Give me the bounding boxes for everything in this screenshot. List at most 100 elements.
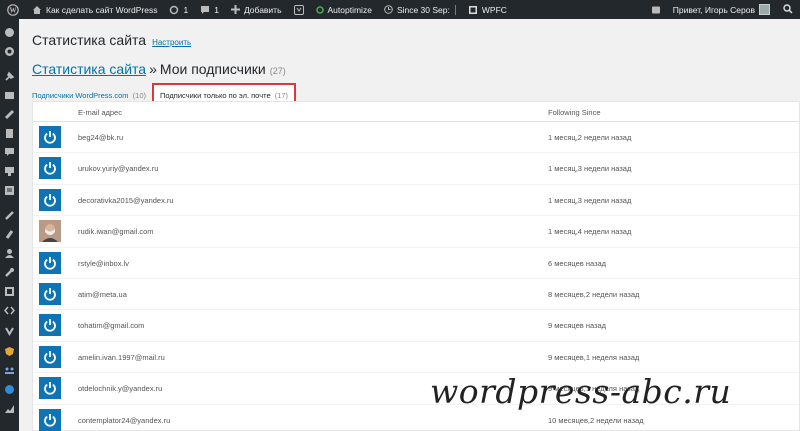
since-stats-link[interactable]: Since 30 Sep: [378, 0, 462, 19]
wpfc-link[interactable]: WPFC [462, 0, 513, 19]
table-row: urukov.yuriy@yandex.ru 1 месяц,3 недели … [33, 153, 799, 185]
site-name: Как сделать сайт WordPress [46, 4, 158, 15]
subscribers-count: (27) [269, 66, 286, 76]
security-shield-icon[interactable] [4, 346, 15, 357]
gravatar-power-icon [39, 408, 61, 431]
autoptimize-link[interactable]: Autoptimize [310, 0, 378, 19]
notifications-icon [651, 5, 661, 15]
breadcrumb-stats-link[interactable]: Статистика сайта [32, 61, 146, 77]
watermark: wordpress-abc.ru [430, 372, 732, 411]
tab-label: Подписчики WordPress.com [32, 91, 129, 100]
add-new-label: Добавить [243, 4, 282, 15]
following-since: 8 месяцев,2 недели назад [548, 289, 640, 299]
site-name-link[interactable]: Как сделать сайт WordPress [26, 0, 163, 19]
refresh-icon [169, 5, 179, 15]
following-since: 1 месяц,4 недели назад [548, 227, 632, 237]
gravatar-power-icon [39, 188, 61, 211]
tab-label: Подписчики только по эл. почте [160, 91, 271, 100]
following-since: 1 месяц,2 недели назад [548, 133, 632, 142]
cache-icon [468, 5, 478, 15]
notifications-link[interactable] [645, 0, 667, 19]
admin-bar: W Как сделать сайт WordPress 1 1 Добавит… [0, 0, 800, 19]
dashboard-icon[interactable] [4, 27, 15, 38]
subscriber-email: rstyle@inbox.lv [78, 258, 129, 268]
gravatar-power-icon [39, 251, 61, 274]
tab-count: (10) [132, 91, 146, 100]
status-dot-icon [315, 5, 324, 14]
pages-icon[interactable] [4, 128, 15, 139]
wpfc-label: WPFC [481, 4, 507, 15]
forms-icon[interactable] [4, 185, 15, 196]
crowd-icon[interactable] [4, 365, 15, 376]
avatar [759, 4, 770, 15]
subscriber-email: amelin.ivan.1997@mail.ru [78, 352, 165, 362]
gravatar-power-icon [39, 377, 61, 400]
since-label: Since 30 Sep: [396, 4, 450, 15]
jetpack-icon[interactable] [4, 384, 15, 395]
gravatar-power-icon [39, 345, 61, 368]
yoast-link[interactable] [288, 0, 310, 19]
analytics-icon[interactable] [4, 403, 15, 414]
subscriber-email: otdelochnik.y@yandex.ru [78, 384, 163, 394]
tab-count: (17) [274, 91, 289, 100]
appearance-icon[interactable] [4, 210, 15, 221]
admin-sidebar [0, 19, 19, 431]
page-header: Статистика сайта Настроить [32, 32, 191, 48]
feedback-icon[interactable] [4, 166, 15, 177]
settings-icon[interactable] [4, 286, 15, 297]
user-photo-avatar [39, 220, 61, 243]
following-since: 1 месяц,3 недели назад [548, 164, 632, 174]
table-row: rstyle@inbox.lv 6 месяцев назад [33, 248, 799, 279]
subscriber-email: tohatim@gmail.com [78, 321, 145, 331]
yoast-seo-icon[interactable] [4, 326, 15, 337]
plus-icon [230, 5, 240, 14]
following-since: 9 месяцев назад [548, 321, 607, 331]
autoptimize-label: Autoptimize [327, 4, 372, 15]
plugins-icon[interactable] [4, 229, 15, 240]
users-icon[interactable] [4, 248, 15, 259]
comments-icon[interactable] [4, 147, 15, 158]
since-column-header[interactable]: Following Since [548, 108, 601, 117]
stats-sparkline-icon [454, 4, 456, 15]
search-button[interactable] [776, 3, 800, 16]
gravatar-power-icon [39, 157, 61, 180]
greeting: Привет, Игорь Серов [672, 4, 755, 15]
posts-pin-icon[interactable] [4, 71, 15, 82]
media-icon[interactable] [4, 90, 15, 101]
subscribers-title: Мои подписчики [159, 61, 266, 77]
subscriber-email: rudik.iwan@gmail.com [78, 227, 154, 237]
email-column-header[interactable]: E-mail адрес [78, 108, 122, 117]
code-icon[interactable] [4, 305, 15, 316]
page-title: Статистика сайта [32, 32, 147, 48]
subscriber-email: atim@meta.ua [78, 289, 127, 299]
settings-link[interactable]: Настроить [152, 38, 191, 47]
clock-icon [384, 5, 393, 14]
subscriber-email: beg24@bk.ru [78, 133, 124, 142]
table-row: amelin.ivan.1997@mail.ru 9 месяцев,1 нед… [33, 342, 799, 374]
comment-icon [200, 5, 210, 15]
comments-count: 1 [214, 4, 219, 15]
table-row: decorativka2015@yandex.ru 1 месяц,3 неде… [33, 185, 799, 217]
table-header: E-mail адрес Following Since [33, 102, 799, 122]
search-icon [783, 3, 793, 16]
svg-text:W: W [10, 6, 17, 14]
home-icon [32, 5, 42, 15]
following-since: 6 месяцев назад [548, 258, 607, 268]
tab-wordpress-subscribers[interactable]: Подписчики WordPress.com (10) [32, 91, 146, 100]
updates-count: 1 [183, 4, 189, 15]
tools-icon[interactable] [4, 267, 15, 278]
links-icon[interactable] [4, 109, 15, 120]
following-since: 10 месяцев,2 недели назад [548, 415, 644, 425]
table-row: tohatim@gmail.com 9 месяцев назад [33, 310, 799, 342]
wordpress-logo-icon[interactable]: W [0, 0, 26, 19]
stats-icon[interactable] [4, 46, 15, 57]
add-new-link[interactable]: Добавить [225, 0, 288, 19]
following-since: 1 месяц,3 недели назад [548, 195, 632, 205]
table-row: atim@meta.ua 8 месяцев,2 недели назад [33, 279, 799, 311]
breadcrumb: Статистика сайта » Мои подписчики (27) [32, 61, 286, 77]
account-link[interactable]: Привет, Игорь Серов [667, 0, 776, 19]
updates-link[interactable]: 1 [163, 0, 194, 19]
table-row: beg24@bk.ru 1 месяц,2 недели назад [33, 122, 799, 154]
subscriber-email: decorativka2015@yandex.ru [78, 195, 174, 205]
comments-link[interactable]: 1 [194, 0, 225, 19]
